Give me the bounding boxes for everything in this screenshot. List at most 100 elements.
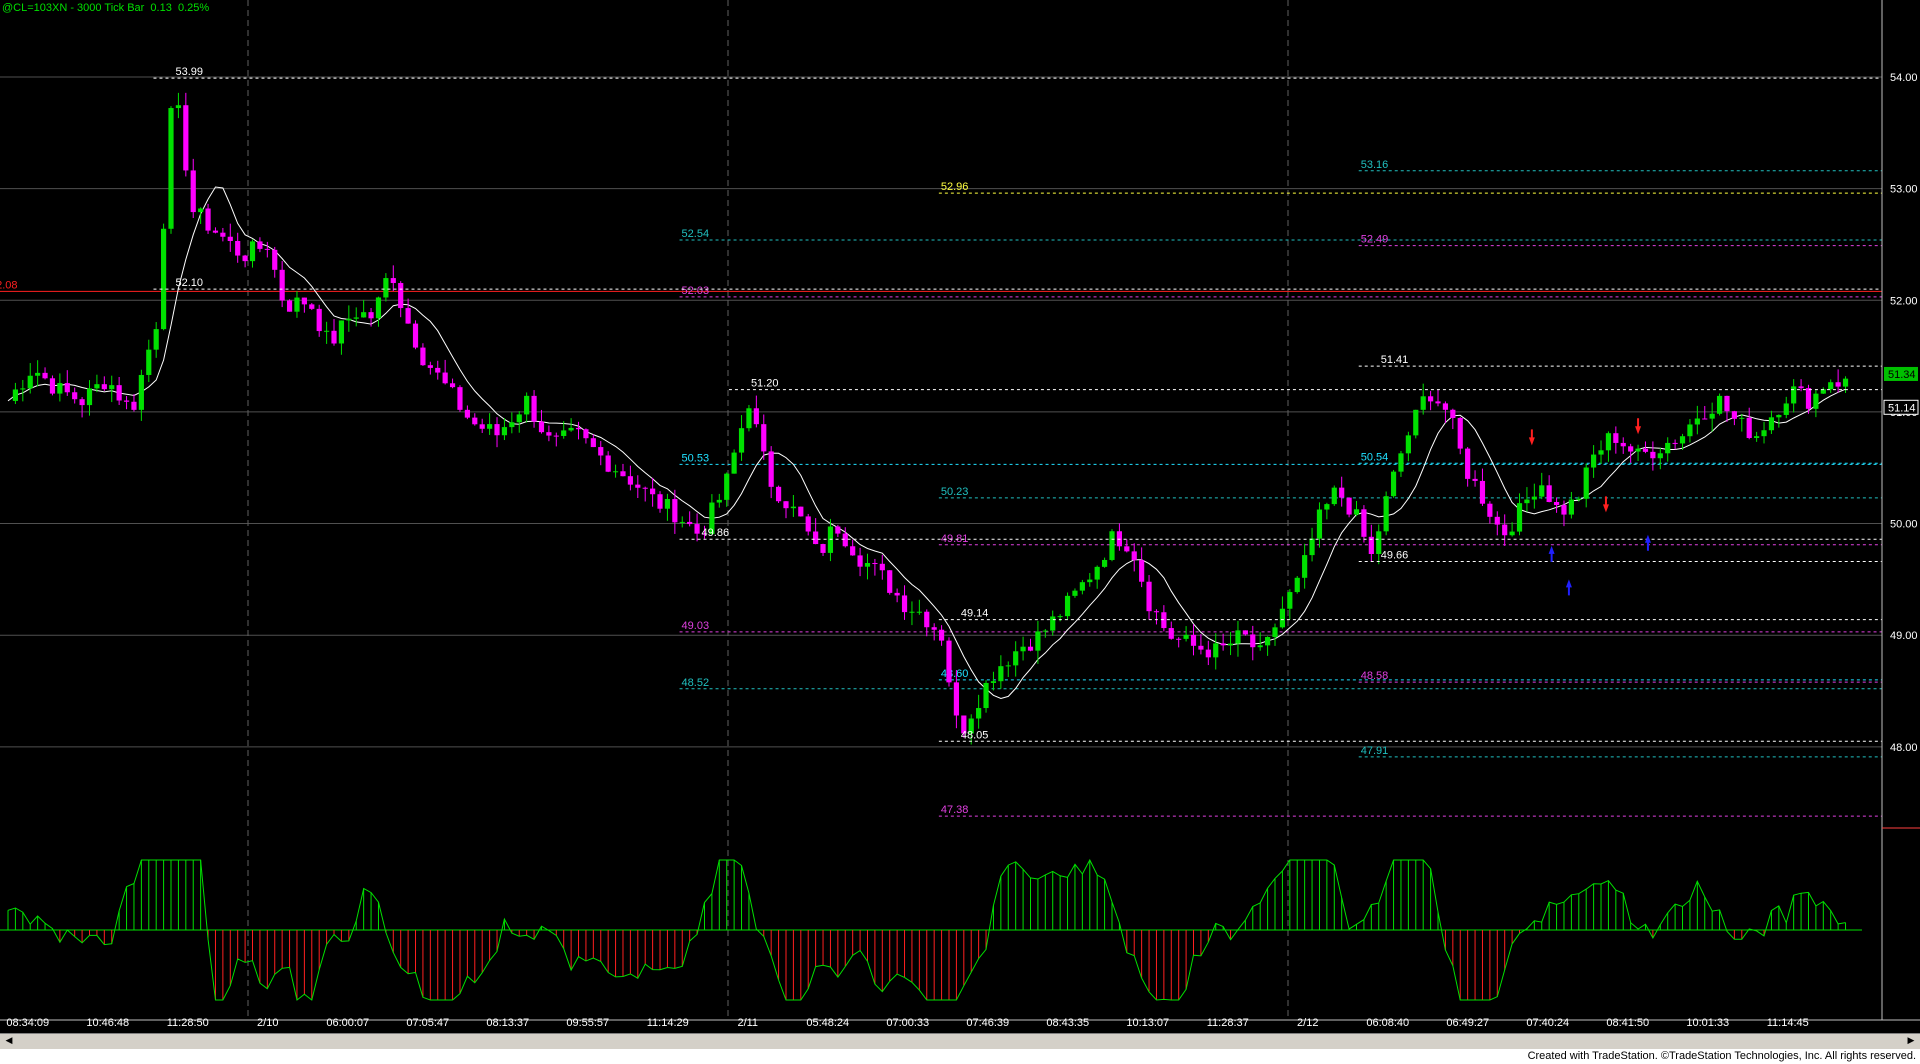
- candle-body: [1665, 442, 1671, 454]
- candle-body: [264, 248, 270, 250]
- candle-body: [1591, 454, 1597, 468]
- candle-body: [1539, 485, 1545, 497]
- candle-body: [753, 408, 759, 425]
- price-level-label: 48.60: [941, 668, 969, 680]
- candle-body: [768, 451, 774, 487]
- candle-body: [976, 708, 982, 719]
- candle-body: [1413, 409, 1419, 436]
- candle-body: [1561, 505, 1567, 515]
- candle-body: [1716, 395, 1723, 414]
- candle-body: [1428, 396, 1434, 402]
- candle-body: [1109, 531, 1115, 560]
- y-tick-label: 49.00: [1890, 630, 1918, 642]
- candle-body: [1027, 646, 1034, 651]
- price-level-label: 52.54: [682, 228, 710, 240]
- swing-label: 49.14: [961, 608, 989, 620]
- candle-body: [1731, 411, 1737, 419]
- candle-body: [1494, 516, 1500, 525]
- candle-body: [1101, 559, 1108, 567]
- scroll-right-icon[interactable]: ▶: [1904, 1035, 1918, 1048]
- candle-body: [1798, 386, 1804, 389]
- candle-body: [1828, 382, 1834, 390]
- candle-body: [138, 374, 144, 410]
- candle-body: [783, 501, 789, 509]
- candle-body: [123, 400, 130, 402]
- candle-body: [12, 389, 19, 401]
- candle-body: [1094, 566, 1100, 580]
- candle-body: [1272, 627, 1278, 638]
- candle-body: [1605, 433, 1612, 451]
- candle-body: [538, 421, 545, 433]
- candle-body: [331, 330, 337, 344]
- candle-body: [49, 378, 56, 394]
- candle-body: [190, 170, 196, 213]
- x-tick-label: 10:01:33: [1686, 1017, 1729, 1029]
- candle-body: [857, 555, 863, 567]
- candle-body: [35, 372, 41, 376]
- candle-body: [805, 516, 811, 532]
- candle-body: [575, 427, 582, 430]
- candle-body: [1783, 403, 1789, 415]
- horizontal-scrollbar[interactable]: ◀ ▶: [0, 1033, 1920, 1050]
- candle-body: [101, 384, 107, 390]
- candle-body: [1650, 451, 1656, 459]
- candle-body: [412, 323, 419, 348]
- candle-body: [909, 611, 915, 613]
- candle-body: [27, 375, 33, 389]
- candle-body: [1198, 645, 1204, 650]
- candle-body: [953, 682, 959, 716]
- candle-body: [1220, 643, 1226, 646]
- candle-body: [813, 531, 819, 545]
- candle-body: [42, 372, 48, 379]
- candle-body: [731, 452, 737, 474]
- x-tick-label: 09:55:57: [566, 1017, 609, 1029]
- candle-body: [590, 438, 596, 448]
- candle-body: [494, 424, 500, 436]
- candle-body: [1509, 531, 1515, 536]
- candle-body: [1754, 436, 1760, 439]
- candle-body: [1709, 413, 1715, 419]
- candle-body: [1013, 651, 1019, 666]
- candle-body: [1842, 378, 1849, 387]
- candle-body: [716, 499, 722, 503]
- candle-body: [1768, 417, 1775, 431]
- chart-title: @CL=103XN - 3000 Tick Bar 0.13 0.25%: [2, 2, 210, 14]
- x-tick-label: 08:41:50: [1606, 1017, 1649, 1029]
- candle-body: [109, 385, 115, 390]
- candle-body: [442, 372, 448, 384]
- candle-body: [687, 521, 693, 525]
- candle-body: [249, 241, 256, 262]
- scroll-left-icon[interactable]: ◀: [2, 1035, 16, 1048]
- price-level-label: 47.91: [1361, 745, 1389, 757]
- candle-body: [1502, 524, 1508, 536]
- candle-body: [198, 208, 204, 213]
- price-level-label: 52.03: [682, 285, 710, 297]
- candle-body: [531, 395, 537, 422]
- candle-body: [390, 278, 396, 284]
- candle-body: [1339, 487, 1345, 498]
- candle-body: [1183, 634, 1189, 639]
- candle-body: [1546, 485, 1552, 503]
- price-level-label: 50.53: [682, 452, 710, 464]
- candle-body: [790, 506, 796, 509]
- candle-body: [368, 312, 374, 319]
- candle-body: [1287, 592, 1293, 609]
- price-level-label: 53.16: [1361, 159, 1389, 171]
- candle-body: [553, 435, 559, 437]
- candle-body: [227, 236, 233, 241]
- candle-body: [650, 488, 656, 495]
- candle-body: [1694, 418, 1700, 425]
- swing-label: 48.05: [961, 729, 989, 741]
- candle-body: [1316, 509, 1323, 539]
- candle-body: [383, 278, 389, 298]
- candle-body: [1294, 577, 1300, 593]
- candle-body: [487, 424, 493, 429]
- candle-body: [990, 681, 997, 683]
- candle-body: [1553, 502, 1560, 506]
- candle-body: [1746, 417, 1752, 439]
- x-tick-label: 2/11: [737, 1017, 758, 1029]
- price-chart[interactable]: 52.0852.9652.5452.0350.5350.2349.8149.03…: [0, 0, 1920, 1033]
- price-level-label: 50.23: [941, 486, 969, 498]
- candle-body: [1398, 453, 1404, 472]
- candle-body: [1265, 637, 1271, 646]
